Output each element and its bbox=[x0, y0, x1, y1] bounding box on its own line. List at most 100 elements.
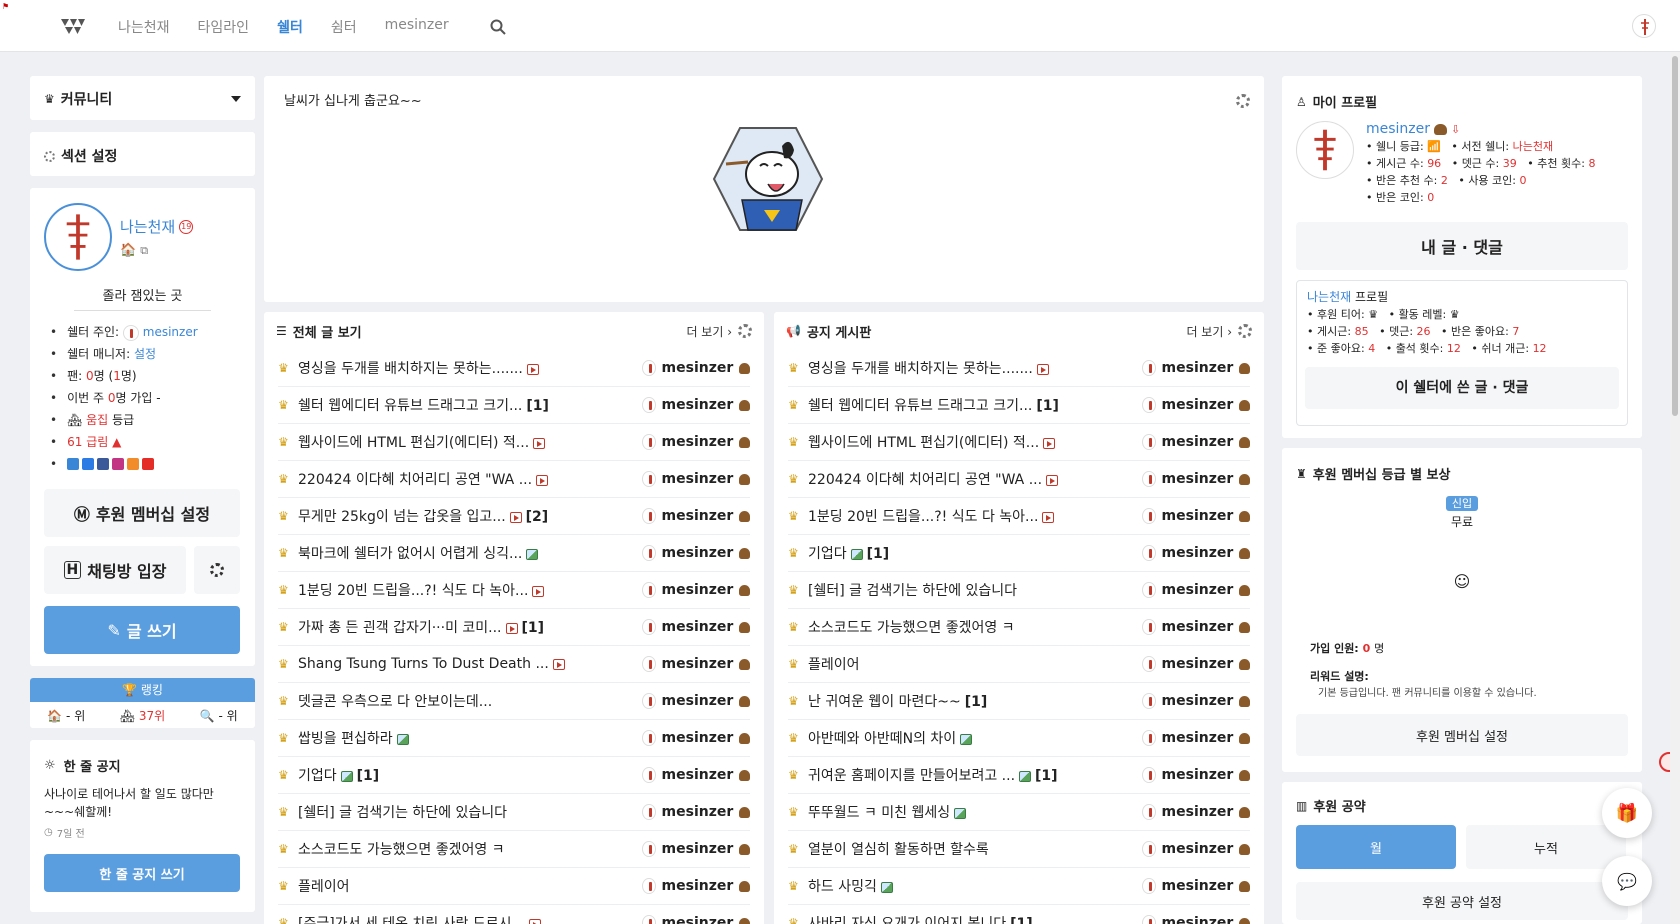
post-title[interactable]: 기업다 [1] bbox=[298, 765, 642, 785]
post-author[interactable]: mesinzer bbox=[1142, 545, 1250, 561]
community-card[interactable]: ♛ 커뮤니티 bbox=[30, 76, 255, 120]
post-author[interactable]: mesinzer bbox=[1142, 582, 1250, 598]
chevron-down-icon[interactable] bbox=[231, 96, 241, 102]
board-row[interactable]: ♛ Shang Tsung Turns To Dust Death ... mesi… bbox=[278, 646, 750, 683]
user-avatar[interactable] bbox=[1632, 14, 1656, 38]
ranking-item-1[interactable]: 🏠 - 위 bbox=[47, 707, 85, 724]
post-title[interactable]: 소스코드도 가능했으면 좋겠어영 ㅋ bbox=[808, 617, 1142, 637]
board-row[interactable]: ♛ 소스코드도 가능했으면 좋겠어영 ㅋ mesinzer bbox=[278, 831, 750, 868]
board-row[interactable]: ♛ 사바리 자신 요개가 이어지 봅니다 [1] mesinzer bbox=[788, 905, 1250, 924]
post-title[interactable]: [쉘터] 글 검색기는 하단에 있습니다 bbox=[808, 580, 1142, 600]
board-row[interactable]: ♛ 쉘터 웹에디터 유튜브 드래그고 크기... [1] mesinzer bbox=[278, 387, 750, 424]
search-icon[interactable] bbox=[490, 19, 506, 35]
chat-room-button[interactable]: H 채팅방 입장 bbox=[44, 546, 186, 594]
post-author[interactable]: mesinzer bbox=[642, 434, 750, 450]
membership-settings-button-right[interactable]: 후원 멤버십 설정 bbox=[1296, 714, 1628, 756]
board-row[interactable]: ♛ 소스코드도 가능했으면 좋겠어영 ㅋ mesinzer bbox=[788, 609, 1250, 646]
post-title[interactable]: 소스코드도 가능했으면 좋겠어영 ㅋ bbox=[298, 839, 642, 859]
post-title[interactable]: 아반떼와 아반떼N의 차이 bbox=[808, 728, 1142, 748]
post-author[interactable]: mesinzer bbox=[1142, 841, 1250, 857]
social-p-icon[interactable] bbox=[67, 458, 80, 470]
board-row[interactable]: ♛ 플레이어 mesinzer bbox=[278, 868, 750, 905]
post-title[interactable]: 1분딩 20빈 드립을...?! 식도 다 녹아... bbox=[808, 506, 1142, 526]
post-title[interactable]: 플레이어 bbox=[298, 876, 642, 896]
post-title[interactable]: 플레이어 bbox=[808, 654, 1142, 674]
pledge-tab-monthly[interactable]: 월 bbox=[1296, 825, 1456, 869]
gear-icon[interactable] bbox=[1238, 324, 1252, 338]
board-row[interactable]: ♛ 1분딩 20빈 드립을...?! 식도 다 녹아... mesinzer bbox=[278, 572, 750, 609]
board-row[interactable]: ♛ 아반떼와 아반떼N의 차이 mesinzer bbox=[788, 720, 1250, 757]
board-row[interactable]: ♛ 쉘터 웹에디터 유튜브 드래그고 크기... [1] mesinzer bbox=[788, 387, 1250, 424]
board-row[interactable]: ♛ [쉘터] 글 검색기는 하단에 있습니다 mesinzer bbox=[278, 794, 750, 831]
post-author[interactable]: mesinzer bbox=[1142, 471, 1250, 487]
board-row[interactable]: ♛ 뎃글콘 우측으로 다 안보이는데... mesinzer bbox=[278, 683, 750, 720]
board-row[interactable]: ♛ 무게만 25kg이 넘는 갑옷을 입고... [2] mesinzer bbox=[278, 498, 750, 535]
post-title[interactable]: 기업다 [1] bbox=[808, 543, 1142, 563]
board-row[interactable]: ♛ 플레이어 mesinzer bbox=[788, 646, 1250, 683]
more-link[interactable]: 더 보기 › bbox=[1186, 323, 1232, 340]
post-author[interactable]: mesinzer bbox=[642, 693, 750, 709]
post-title[interactable]: 1분딩 20빈 드립을...?! 식도 다 녹아... bbox=[298, 580, 642, 600]
board-row[interactable]: ♛ 웹사이드에 HTML 편십기(에디터) 적... mesinzer bbox=[788, 424, 1250, 461]
my-avatar[interactable] bbox=[1296, 121, 1354, 179]
social-camera-icon[interactable] bbox=[82, 458, 95, 470]
post-author[interactable]: mesinzer bbox=[642, 360, 750, 376]
post-author[interactable]: mesinzer bbox=[1142, 804, 1250, 820]
board-row[interactable]: ♛ 난 귀여운 웹이 마련다~~ [1] mesinzer bbox=[788, 683, 1250, 720]
post-title[interactable]: 220424 이다혜 치어리디 공연 "WA ... bbox=[298, 469, 642, 489]
post-title[interactable]: 220424 이다혜 치어리디 공연 "WA ... bbox=[808, 469, 1142, 489]
post-author[interactable]: mesinzer bbox=[1142, 619, 1250, 635]
board-row[interactable]: ♛ 220424 이다혜 치어리디 공연 "WA ... mesinzer bbox=[788, 461, 1250, 498]
write-one-line-button[interactable]: 한 줄 공지 쓰기 bbox=[44, 854, 240, 892]
post-author[interactable]: mesinzer bbox=[642, 730, 750, 746]
post-title[interactable]: 웹사이드에 HTML 편십기(에디터) 적... bbox=[808, 432, 1142, 452]
shelter-avatar[interactable] bbox=[44, 203, 112, 271]
post-author[interactable]: mesinzer bbox=[1142, 730, 1250, 746]
post-title[interactable]: 무게만 25kg이 넘는 갑옷을 입고... [2] bbox=[298, 506, 642, 526]
post-author[interactable]: mesinzer bbox=[1142, 508, 1250, 524]
post-author[interactable]: mesinzer bbox=[642, 878, 750, 894]
board-row[interactable]: ♛ [쉘터] 글 검색기는 하단에 있습니다 mesinzer bbox=[788, 572, 1250, 609]
nav-link-user[interactable]: mesinzer bbox=[385, 17, 449, 37]
owner-name[interactable]: mesinzer bbox=[143, 325, 198, 339]
board-row[interactable]: ♛ 뚜뚜월드 ㅋ 미친 웹세싱 mesinzer bbox=[788, 794, 1250, 831]
post-title[interactable]: 쌉빙을 편십하라 bbox=[298, 728, 642, 748]
gear-icon[interactable] bbox=[1236, 94, 1250, 108]
youtube-icon[interactable] bbox=[142, 458, 155, 470]
ranking-item-2[interactable]: 🏘 37위 bbox=[120, 707, 165, 724]
post-title[interactable]: 북마크에 쉘터가 없어시 어렵게 싱긱... bbox=[298, 543, 642, 563]
board-row[interactable]: ♛ 귀여운 홈페이지를 만들어보려고 ... [1] mesinzer bbox=[788, 757, 1250, 794]
chat-settings-button[interactable] bbox=[194, 546, 240, 594]
board-row[interactable]: ♛ 220424 이다혜 치어리디 공연 "WA ... mesinzer bbox=[278, 461, 750, 498]
shelter-posts-button[interactable]: 이 쉘터에 쓴 글 · 댓글 bbox=[1305, 367, 1619, 409]
post-author[interactable]: mesinzer bbox=[642, 767, 750, 783]
post-author[interactable]: mesinzer bbox=[1142, 397, 1250, 413]
board-row[interactable]: ♛ 열분이 열심히 활동하면 할수록 mesinzer bbox=[788, 831, 1250, 868]
scrollbar[interactable] bbox=[1670, 52, 1680, 924]
board-row[interactable]: ♛ 1분딩 20빈 드립을...?! 식도 다 녹아... mesinzer bbox=[788, 498, 1250, 535]
my-posts-button[interactable]: 내 글 · 댓글 bbox=[1296, 222, 1628, 270]
post-author[interactable]: mesinzer bbox=[642, 397, 750, 413]
post-author[interactable]: mesinzer bbox=[642, 841, 750, 857]
post-title[interactable]: 귀여운 홈페이지를 만들어보려고 ... [1] bbox=[808, 765, 1142, 785]
post-title[interactable]: 웹사이드에 HTML 편십기(에디터) 적... bbox=[298, 432, 642, 452]
board-row[interactable]: ♛ 쌉빙을 편십하라 mesinzer bbox=[278, 720, 750, 757]
nav-link-shelter[interactable]: 쉘터 bbox=[277, 17, 303, 37]
post-author[interactable]: mesinzer bbox=[1142, 878, 1250, 894]
post-author[interactable]: mesinzer bbox=[642, 656, 750, 672]
post-title[interactable]: 열분이 열심히 활동하면 할수록 bbox=[808, 839, 1142, 859]
post-author[interactable]: mesinzer bbox=[642, 471, 750, 487]
gift-button[interactable]: 🎁 bbox=[1602, 788, 1652, 838]
post-author[interactable]: mesinzer bbox=[1142, 434, 1250, 450]
nav-link-timeline[interactable]: 타임라인 bbox=[198, 17, 250, 37]
more-link[interactable]: 더 보기 › bbox=[686, 323, 732, 340]
post-title[interactable]: 사바리 자신 요개가 이어지 봅니다 [1] bbox=[808, 913, 1142, 924]
post-title[interactable]: 영싱을 두개를 배치하지는 못하는....... bbox=[298, 358, 642, 378]
manager-settings-link[interactable]: 설정 bbox=[134, 347, 156, 361]
post-title[interactable]: 쉘터 웹에디터 유튜브 드래그고 크기... [1] bbox=[808, 395, 1142, 415]
post-title[interactable]: 영싱을 두개를 배치하지는 못하는....... bbox=[808, 358, 1142, 378]
section-settings-card[interactable]: 섹션 설정 bbox=[30, 132, 255, 176]
post-author[interactable]: mesinzer bbox=[642, 915, 750, 924]
ranking-item-3[interactable]: 🔍 - 위 bbox=[200, 707, 238, 724]
board-row[interactable]: ♛ [주긍]가서 세 테온 치릭 사랑 드로시... mesinzer bbox=[278, 905, 750, 924]
